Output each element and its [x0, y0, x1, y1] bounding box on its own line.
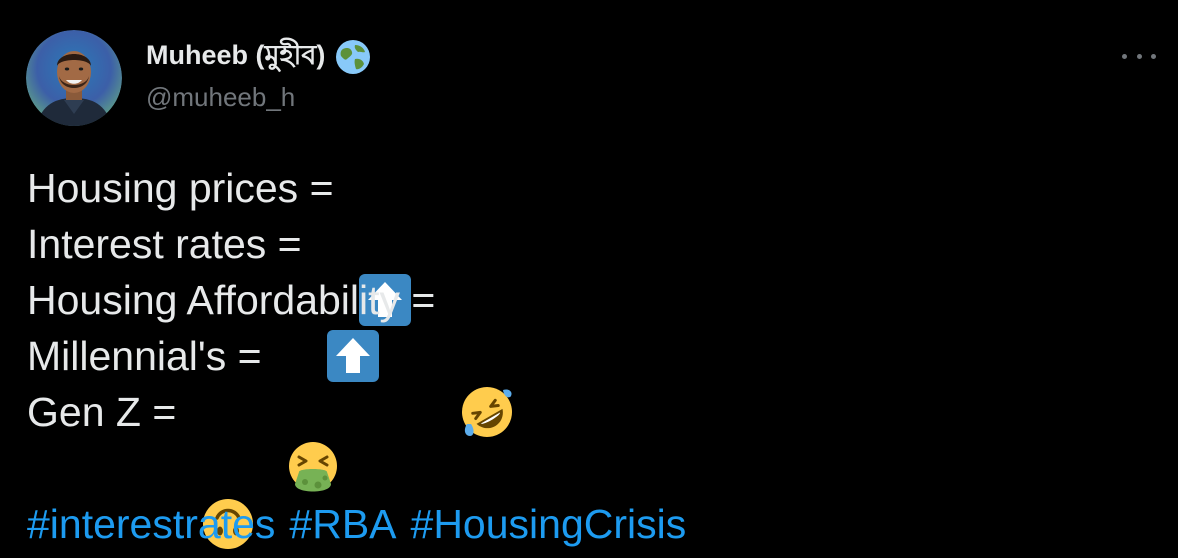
- rofl-face-icon: [459, 272, 515, 437]
- hashtag-link[interactable]: #interestrates: [27, 496, 275, 552]
- up-arrow-icon: [325, 216, 381, 382]
- tweet-line-text: Millennial's =: [27, 333, 273, 379]
- tweet-line: Housing prices =: [27, 160, 700, 326]
- tweet: Muheeb (মুহীব) @muheeb_h Housing prices …: [0, 0, 1178, 558]
- tweet-line-text: Housing Affordability =: [27, 277, 447, 323]
- hashtag-row: #interestrates #RBA #HousingCrisis: [27, 496, 700, 552]
- tweet-text: Housing prices = Interest rates = Housin…: [27, 160, 700, 552]
- hashtag-link[interactable]: #HousingCrisis: [411, 496, 687, 552]
- vomiting-face-icon: [285, 328, 341, 492]
- avatar[interactable]: [26, 30, 122, 126]
- more-dot: [1151, 53, 1156, 59]
- author-display-name[interactable]: Muheeb (মুহীব): [146, 35, 325, 80]
- tweet-line: Interest rates =: [27, 216, 700, 382]
- up-arrow-icon: [357, 160, 413, 326]
- tweet-line: Housing Affordability =: [27, 272, 700, 437]
- upside-down-face-icon: [200, 384, 256, 549]
- author-name-row: Muheeb (মুহীব): [146, 40, 371, 74]
- tweet-line-text: Housing prices =: [27, 165, 345, 211]
- tweet-line-text: Gen Z =: [27, 389, 188, 435]
- more-dot: [1136, 53, 1142, 59]
- tweet-line-text: Interest rates =: [27, 221, 313, 267]
- more-dot: [1122, 53, 1127, 59]
- author-handle[interactable]: @muheeb_h: [146, 82, 295, 113]
- globe-icon: [335, 39, 371, 75]
- hashtag-link[interactable]: #RBA: [289, 496, 396, 552]
- more-horizontal-icon[interactable]: [1122, 44, 1156, 68]
